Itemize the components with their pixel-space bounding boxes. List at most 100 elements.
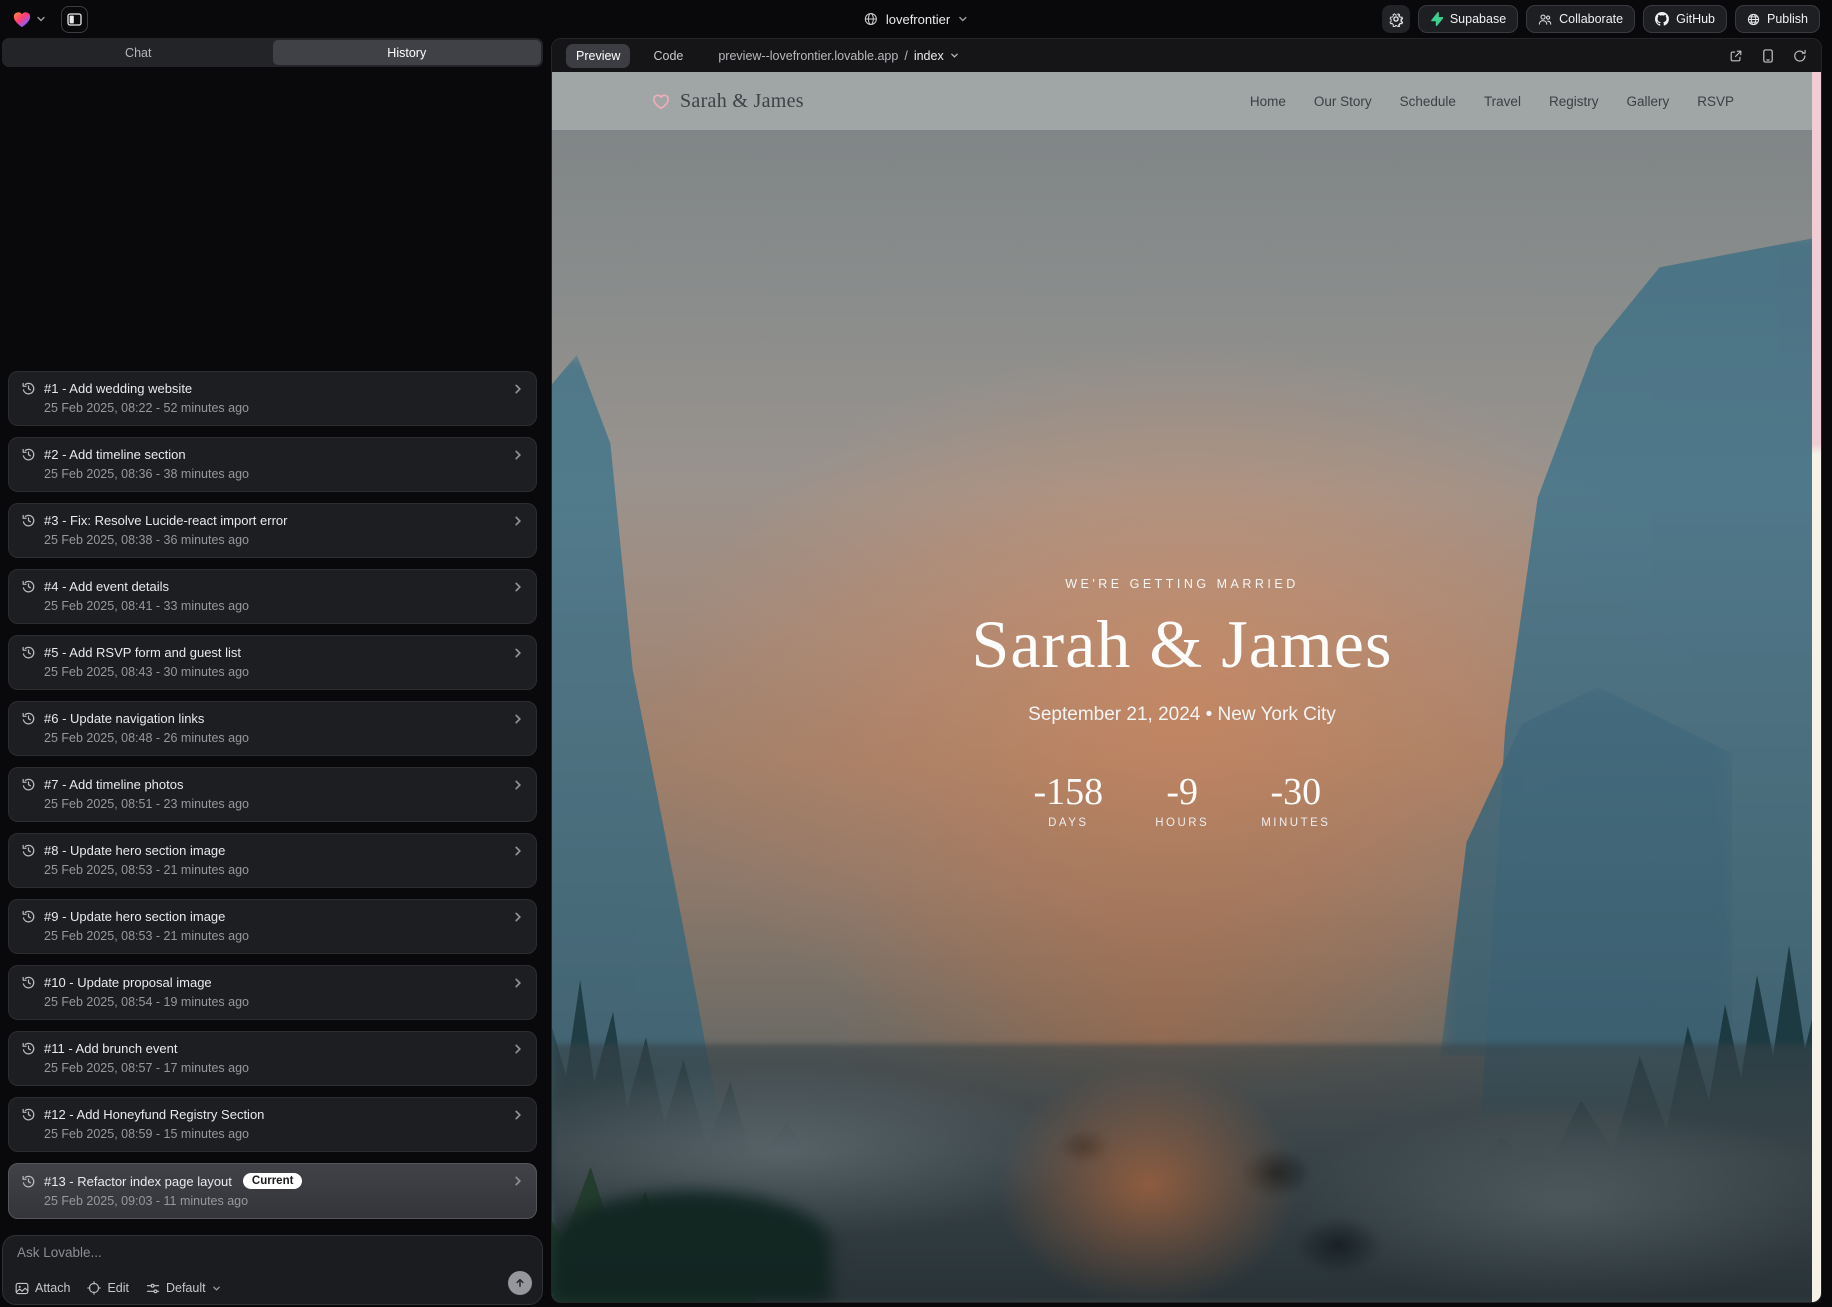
- chevron-right-icon: [512, 383, 524, 395]
- history-clock-icon: [21, 711, 36, 726]
- site-preview-viewport: Sarah & James Home Our Story Schedule Trave…: [552, 72, 1821, 1302]
- history-item[interactable]: #10 - Update proposal image 25 Feb 2025,…: [8, 965, 537, 1020]
- history-item-title: #5 - Add RSVP form and guest list: [44, 645, 241, 660]
- history-item-title: #4 - Add event details: [44, 579, 169, 594]
- history-clock-icon: [21, 975, 36, 990]
- publish-label: Publish: [1767, 12, 1808, 26]
- site-nav-link[interactable]: Travel: [1484, 94, 1521, 109]
- history-item-title: #8 - Update hero section image: [44, 843, 225, 858]
- history-clock-icon: [21, 909, 36, 924]
- mode-select-button[interactable]: Default: [146, 1281, 221, 1295]
- history-clock-icon: [21, 579, 36, 594]
- page-edge-strip: [1812, 72, 1821, 1302]
- chevron-down-icon: [212, 1284, 221, 1293]
- edit-button[interactable]: Edit: [87, 1281, 129, 1295]
- site-nav-link[interactable]: Gallery: [1626, 94, 1669, 109]
- send-button[interactable]: [508, 1271, 532, 1295]
- attach-button[interactable]: Attach: [15, 1281, 70, 1295]
- history-item-title: #10 - Update proposal image: [44, 975, 212, 990]
- history-item-timestamp: 25 Feb 2025, 08:53 - 21 minutes ago: [44, 929, 524, 943]
- history-item-timestamp: 25 Feb 2025, 08:54 - 19 minutes ago: [44, 995, 524, 1009]
- site-nav-link[interactable]: Home: [1250, 94, 1286, 109]
- history-item-timestamp: 25 Feb 2025, 08:53 - 21 minutes ago: [44, 863, 524, 877]
- history-item-timestamp: 25 Feb 2025, 08:43 - 30 minutes ago: [44, 665, 524, 679]
- history-item-title: #13 - Refactor index page layout: [44, 1174, 232, 1189]
- mobile-preview-button[interactable]: [1762, 49, 1774, 63]
- lovable-logo-menu[interactable]: [12, 10, 46, 28]
- supabase-icon: [1430, 12, 1443, 26]
- history-item-title: #7 - Add timeline photos: [44, 777, 183, 792]
- history-item-title: #1 - Add wedding website: [44, 381, 192, 396]
- history-item[interactable]: #9 - Update hero section image 25 Feb 20…: [8, 899, 537, 954]
- history-item-title: #2 - Add timeline section: [44, 447, 186, 462]
- collaborate-button[interactable]: Collaborate: [1526, 5, 1635, 33]
- github-label: GitHub: [1676, 12, 1715, 26]
- tab-code[interactable]: Code: [643, 44, 693, 68]
- app-topbar: lovefrontier Supabase: [0, 0, 1832, 38]
- attach-label: Attach: [35, 1281, 70, 1295]
- site-nav-link[interactable]: Schedule: [1400, 94, 1456, 109]
- ask-lovable-input[interactable]: [17, 1245, 498, 1271]
- project-name: lovefrontier: [886, 12, 950, 27]
- lovable-heart-icon: [12, 10, 32, 28]
- history-item-timestamp: 25 Feb 2025, 08:48 - 26 minutes ago: [44, 731, 524, 745]
- url-separator: /: [904, 49, 907, 63]
- site-brand[interactable]: Sarah & James: [652, 90, 804, 113]
- chevron-right-icon: [512, 449, 524, 461]
- composer: Attach Edit Default: [2, 1235, 543, 1305]
- history-item[interactable]: #4 - Add event details 25 Feb 2025, 08:4…: [8, 569, 537, 624]
- supabase-label: Supabase: [1450, 12, 1506, 26]
- history-item[interactable]: #12 - Add Honeyfund Registry Section 25 …: [8, 1097, 537, 1152]
- sidebar-toggle-button[interactable]: [61, 6, 88, 33]
- refresh-button[interactable]: [1793, 49, 1807, 63]
- history-clock-icon: [21, 645, 36, 660]
- history-clock-icon: [21, 513, 36, 528]
- history-clock-icon: [21, 1174, 36, 1189]
- chevron-right-icon: [512, 515, 524, 527]
- open-in-new-tab-button[interactable]: [1729, 49, 1743, 63]
- countdown: -158 DAYS -9 HOURS -30 MINUTES: [552, 770, 1812, 829]
- history-item[interactable]: #8 - Update hero section image 25 Feb 20…: [8, 833, 537, 888]
- history-item[interactable]: #3 - Fix: Resolve Lucide-react import er…: [8, 503, 537, 558]
- history-item[interactable]: #7 - Add timeline photos 25 Feb 2025, 08…: [8, 767, 537, 822]
- countdown-unit: -30 MINUTES: [1261, 770, 1330, 829]
- hero-date-line: September 21, 2024 • New York City: [552, 704, 1812, 726]
- chevron-right-icon: [512, 1175, 524, 1187]
- hero-content: WE'RE GETTING MARRIED Sarah & James Sept…: [552, 577, 1812, 829]
- countdown-unit: -158 DAYS: [1034, 770, 1104, 829]
- history-item[interactable]: #11 - Add brunch event 25 Feb 2025, 08:5…: [8, 1031, 537, 1086]
- chevron-right-icon: [512, 845, 524, 857]
- history-item-timestamp: 25 Feb 2025, 08:22 - 52 minutes ago: [44, 401, 524, 415]
- site-nav-link[interactable]: Our Story: [1314, 94, 1372, 109]
- chevron-down-icon: [950, 51, 959, 60]
- history-item[interactable]: #5 - Add RSVP form and guest list 25 Feb…: [8, 635, 537, 690]
- publish-button[interactable]: Publish: [1735, 5, 1820, 33]
- settings-button[interactable]: [1382, 5, 1410, 33]
- history-item-title: #9 - Update hero section image: [44, 909, 225, 924]
- supabase-button[interactable]: Supabase: [1418, 5, 1518, 33]
- history-item[interactable]: #2 - Add timeline section 25 Feb 2025, 0…: [8, 437, 537, 492]
- gear-icon: [1388, 11, 1404, 27]
- tab-history[interactable]: History: [273, 40, 542, 65]
- chevron-right-icon: [512, 779, 524, 791]
- tab-preview[interactable]: Preview: [566, 44, 630, 68]
- sidebar: Chat History #1 - Add wedding website 25…: [0, 38, 545, 1307]
- history-item[interactable]: #6 - Update navigation links 25 Feb 2025…: [8, 701, 537, 756]
- tab-chat[interactable]: Chat: [4, 40, 273, 65]
- countdown-value: -30: [1261, 770, 1330, 814]
- globe-icon: [1747, 13, 1760, 26]
- project-selector[interactable]: lovefrontier: [864, 12, 968, 27]
- site-nav-link[interactable]: Registry: [1549, 94, 1599, 109]
- hero-title: Sarah & James: [552, 605, 1812, 684]
- history-item-title: #3 - Fix: Resolve Lucide-react import er…: [44, 513, 287, 528]
- site-brand-name: Sarah & James: [680, 90, 804, 113]
- history-clock-icon: [21, 777, 36, 792]
- github-button[interactable]: GitHub: [1643, 5, 1727, 33]
- arrow-up-icon: [514, 1277, 526, 1289]
- countdown-unit: -9 HOURS: [1155, 770, 1209, 829]
- history-item[interactable]: #13 - Refactor index page layout Current…: [8, 1163, 537, 1219]
- url-selector[interactable]: preview--lovefrontier.lovable.app / inde…: [718, 49, 958, 63]
- site-nav-link[interactable]: RSVP: [1697, 94, 1734, 109]
- sliders-icon: [146, 1282, 160, 1295]
- history-item[interactable]: #1 - Add wedding website 25 Feb 2025, 08…: [8, 371, 537, 426]
